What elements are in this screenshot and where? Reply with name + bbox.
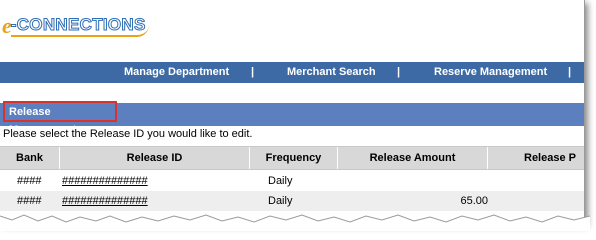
app-window: e -CONNECTIONS Manage Department | Merch…	[0, 0, 585, 224]
nav-separator: |	[397, 66, 401, 78]
nav-merchant-search[interactable]: Merchant Search	[287, 66, 376, 78]
table-header: Bank Release ID Frequency Release Amount…	[0, 146, 584, 170]
table-row: #### ############## Daily	[0, 171, 584, 191]
release-id-link[interactable]: ##############	[62, 171, 148, 191]
cell-bank: ####	[17, 175, 42, 187]
cell-release-amount	[340, 171, 488, 191]
column-header-release-id[interactable]: Release ID	[60, 147, 250, 169]
column-header-frequency[interactable]: Frequency	[250, 147, 338, 169]
nav-separator: |	[568, 66, 572, 78]
nav-separator: |	[251, 66, 255, 78]
torn-edge-decoration	[0, 214, 590, 231]
column-header-release-p[interactable]: Release P	[488, 147, 584, 169]
top-navigation: Manage Department | Merchant Search | Re…	[0, 62, 584, 83]
column-header-release-amount[interactable]: Release Amount	[338, 147, 488, 169]
cell-frequency: Daily	[268, 175, 293, 187]
nav-reserve-management[interactable]: Reserve Management	[434, 66, 547, 78]
logo-wordmark: -CONNECTIONS	[10, 15, 149, 37]
instructions-text: Please select the Release ID you would l…	[3, 128, 253, 140]
nav-manage-department[interactable]: Manage Department	[124, 66, 229, 78]
e-connections-logo: e -CONNECTIONS	[2, 14, 149, 38]
section-title: Release Management	[3, 101, 117, 136]
column-header-bank[interactable]: Bank	[0, 147, 60, 169]
